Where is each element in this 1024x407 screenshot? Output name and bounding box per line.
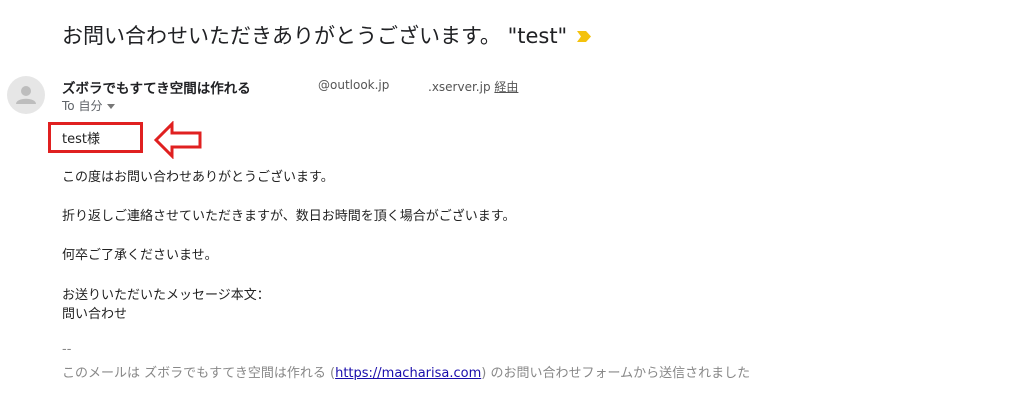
- body-line: 問い合わせ: [62, 307, 128, 322]
- via-link[interactable]: 経由: [494, 80, 518, 94]
- signature-suffix: ) のお問い合わせフォームから送信されました: [481, 366, 751, 381]
- to-label: To 自分: [62, 99, 103, 113]
- body-line: 折り返しご連絡させていただきますが、数日お時間を頂く場合がございます。: [62, 209, 516, 224]
- sender-address: @outlook.jp: [318, 78, 390, 92]
- relay-info: .xserver.jp 経由: [428, 78, 518, 95]
- signature-prefix: このメールは ズボラでもすてき空間は作れる (: [62, 366, 336, 381]
- body-line: お送りいただいたメッセージ本文：: [62, 288, 270, 303]
- signature-line: このメールは ズボラでもすてき空間は作れる (https://macharisa…: [62, 362, 750, 381]
- chevron-down-icon[interactable]: [107, 104, 116, 109]
- greeting-text: test様: [62, 132, 100, 147]
- recipient-details-toggle[interactable]: To 自分: [62, 97, 116, 114]
- subject-text: お問い合わせいただきありがとうございます。 "test": [62, 24, 568, 48]
- person-icon: [16, 86, 36, 104]
- left-arrow-icon: [153, 121, 202, 159]
- body-line: この度はお問い合わせありがとうございます。: [62, 170, 334, 185]
- signature-separator: --: [62, 342, 72, 357]
- email-subject: お問い合わせいただきありがとうございます。 "test": [62, 20, 592, 50]
- importance-marker-icon[interactable]: [577, 30, 592, 42]
- relay-address: .xserver.jp: [428, 80, 491, 94]
- sender-name[interactable]: ズボラでもすてき空間は作れる: [62, 81, 251, 97]
- body-line: 何卒ご了承くださいませ。: [62, 248, 218, 263]
- sender-avatar[interactable]: [7, 76, 45, 114]
- sender-row: ズボラでもすてき空間は作れる @outlook.jp .xserver.jp 経…: [62, 77, 518, 97]
- site-link[interactable]: https://macharisa.com: [335, 366, 481, 381]
